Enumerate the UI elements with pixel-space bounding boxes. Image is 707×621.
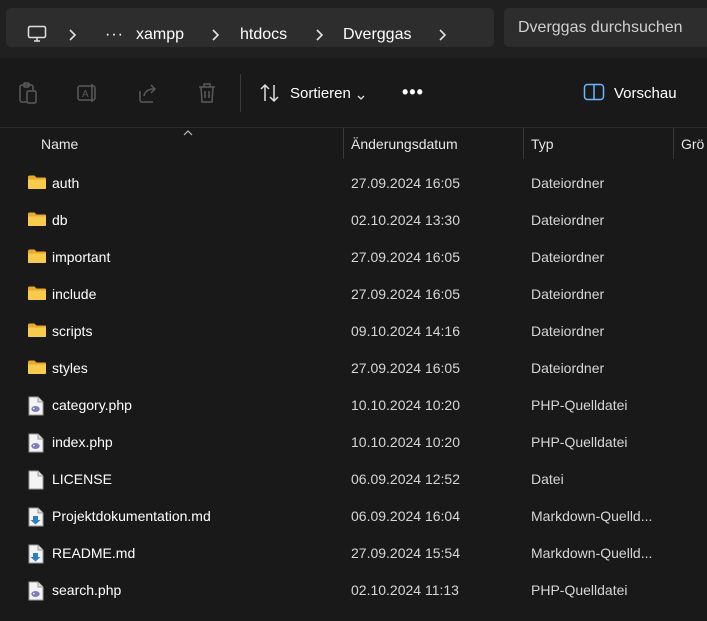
breadcrumb-xampp[interactable]: xampp	[136, 26, 184, 44]
php-file-icon	[27, 581, 45, 604]
file-name: index.php	[52, 434, 113, 450]
folder-icon	[27, 211, 47, 230]
file-name: search.php	[52, 582, 122, 598]
chevron-right-icon[interactable]	[210, 28, 222, 42]
address-bar-area: ··· xampp htdocs Dverggas Dverggas durch…	[0, 0, 707, 58]
file-date: 27.09.2024 16:05	[351, 360, 460, 376]
file-date: 10.10.2024 10:20	[351, 434, 460, 450]
file-name: category.php	[52, 397, 132, 413]
folder-icon	[27, 285, 47, 304]
folder-icon	[27, 174, 47, 193]
file-name: include	[52, 286, 97, 302]
sort-button[interactable]: Sortieren	[290, 85, 351, 102]
file-name: scripts	[52, 323, 93, 339]
file-icon	[27, 470, 45, 493]
file-name: auth	[52, 175, 80, 191]
file-row[interactable]: auth 27.09.2024 16:05 Dateiordner	[0, 165, 707, 202]
chevron-right-icon[interactable]	[314, 28, 326, 42]
file-row[interactable]: include 27.09.2024 16:05 Dateiordner	[0, 276, 707, 313]
file-type: PHP-Quelldatei	[531, 582, 628, 598]
file-row[interactable]: search.php 02.10.2024 11:13 PHP-Quelldatei	[0, 572, 707, 609]
more-options-button[interactable]: •••	[402, 82, 424, 103]
file-date: 27.09.2024 16:05	[351, 286, 460, 302]
column-header-date[interactable]: Änderungsdatum	[344, 128, 523, 159]
command-bar: A Sortieren ••• Vorschau	[0, 58, 707, 128]
folder-icon	[27, 248, 47, 267]
share-icon[interactable]	[136, 81, 160, 105]
file-name: README.md	[52, 545, 136, 561]
file-row[interactable]: category.php 10.10.2024 10:20 PHP-Quelldat…	[0, 387, 707, 424]
file-name: LICENSE	[52, 471, 112, 487]
chevron-right-icon[interactable]	[437, 28, 449, 42]
preview-button[interactable]: Vorschau	[614, 85, 677, 102]
file-type: Markdown-Quelld...	[531, 545, 653, 561]
breadcrumb-overflow[interactable]: ···	[105, 26, 124, 44]
file-row[interactable]: scripts 09.10.2024 14:16 Dateiordner	[0, 313, 707, 350]
file-type: Dateiordner	[531, 323, 605, 339]
breadcrumb-dverggas[interactable]: Dverggas	[343, 26, 411, 44]
file-row[interactable]: styles 27.09.2024 16:05 Dateiordner	[0, 350, 707, 387]
file-name: db	[52, 212, 68, 228]
folder-icon	[27, 359, 47, 378]
file-date: 10.10.2024 10:20	[351, 397, 460, 413]
file-row[interactable]: Projektdokumentation.md 06.09.2024 16:04 M…	[0, 498, 707, 535]
php-file-icon	[27, 433, 45, 456]
column-header-type[interactable]: Typ	[524, 128, 673, 159]
file-type: Dateiordner	[531, 175, 605, 191]
file-date: 27.09.2024 16:05	[351, 249, 460, 265]
column-header-name[interactable]: Name	[0, 128, 343, 159]
this-pc-icon[interactable]	[27, 25, 47, 46]
file-type: Markdown-Quelld...	[531, 508, 653, 524]
file-date: 02.10.2024 11:13	[351, 582, 459, 598]
address-bar[interactable]: ··· xampp htdocs Dverggas	[6, 8, 494, 47]
column-header-size[interactable]: Grö	[674, 128, 707, 159]
file-row[interactable]: db 02.10.2024 13:30 Dateiordner	[0, 202, 707, 239]
file-type: Dateiordner	[531, 286, 605, 302]
file-type: Dateiordner	[531, 212, 605, 228]
markdown-file-icon	[27, 544, 45, 567]
file-date: 06.09.2024 16:04	[351, 508, 460, 524]
file-date: 06.09.2024 12:52	[351, 471, 460, 487]
file-type: PHP-Quelldatei	[531, 397, 628, 413]
file-row[interactable]: index.php 10.10.2024 10:20 PHP-Quelldatei	[0, 424, 707, 461]
file-type: Dateiordner	[531, 360, 605, 376]
file-row[interactable]: important 27.09.2024 16:05 Dateiordner	[0, 239, 707, 276]
file-date: 09.10.2024 14:16	[351, 323, 460, 339]
file-type: PHP-Quelldatei	[531, 434, 628, 450]
folder-icon	[27, 322, 47, 341]
file-name: Projektdokumentation.md	[52, 508, 211, 524]
sort-icon[interactable]	[258, 81, 282, 105]
svg-text:A: A	[82, 89, 89, 100]
file-type: Datei	[531, 471, 564, 487]
file-date: 27.09.2024 16:05	[351, 175, 460, 191]
chevron-right-icon[interactable]	[67, 28, 79, 42]
search-input[interactable]: Dverggas durchsuchen	[504, 8, 707, 47]
file-date: 02.10.2024 13:30	[351, 212, 460, 228]
preview-pane-icon[interactable]	[583, 83, 605, 104]
rename-icon[interactable]: A	[76, 81, 100, 105]
file-name: styles	[52, 360, 88, 376]
file-name: important	[52, 249, 111, 265]
chevron-down-icon[interactable]	[356, 89, 366, 105]
paste-icon[interactable]	[16, 81, 40, 105]
php-file-icon	[27, 396, 45, 419]
file-date: 27.09.2024 15:54	[351, 545, 460, 561]
file-row[interactable]: LICENSE 06.09.2024 12:52 Datei	[0, 461, 707, 498]
toolbar-divider	[240, 74, 241, 112]
file-type: Dateiordner	[531, 249, 605, 265]
markdown-file-icon	[27, 507, 45, 530]
delete-icon[interactable]	[195, 81, 219, 105]
breadcrumb-htdocs[interactable]: htdocs	[240, 26, 287, 44]
file-row[interactable]: README.md 27.09.2024 15:54 Markdown-Quelld…	[0, 535, 707, 572]
search-placeholder: Dverggas durchsuchen	[518, 19, 683, 36]
